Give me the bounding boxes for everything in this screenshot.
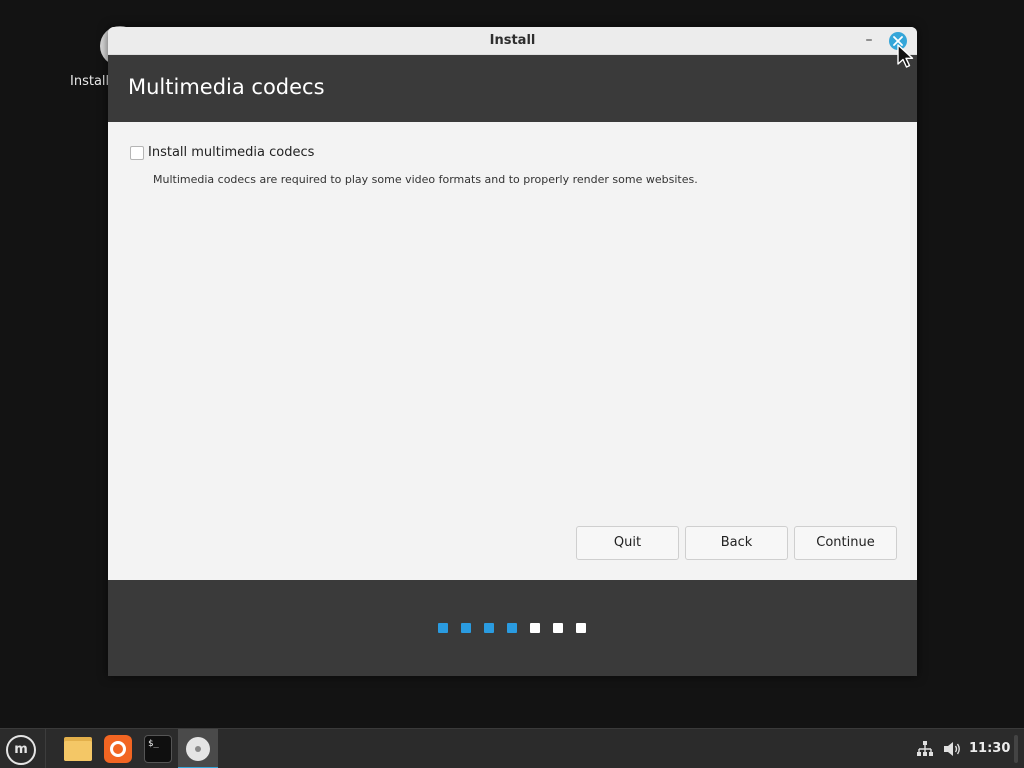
progress-indicator <box>438 623 586 633</box>
minimize-button[interactable]: – <box>859 31 879 51</box>
volume-icon[interactable] <box>942 740 962 758</box>
progress-step-pending <box>576 623 586 633</box>
terminal-icon: $_ <box>144 735 172 763</box>
progress-step-completed <box>484 623 494 633</box>
progress-step-pending <box>530 623 540 633</box>
install-codecs-label[interactable]: Install multimedia codecs <box>148 145 314 160</box>
terminal-launcher[interactable]: $_ <box>138 729 178 768</box>
quit-button[interactable]: Quit <box>576 526 679 560</box>
taskbar: m $_ 11:30 <box>0 728 1024 768</box>
installer-taskbar-button[interactable] <box>178 729 218 768</box>
install-codecs-checkbox[interactable] <box>130 145 144 160</box>
codecs-option[interactable]: Install multimedia codecs <box>130 145 314 160</box>
window-titlebar[interactable]: Install – <box>108 27 917 55</box>
window-title: Install <box>489 33 536 48</box>
menu-button[interactable]: m <box>0 729 46 768</box>
desktop-icon-label: Install <box>70 74 110 89</box>
progress-step-completed <box>461 623 471 633</box>
show-desktop-button[interactable] <box>1014 735 1018 763</box>
progress-step-pending <box>553 623 563 633</box>
installer-window: Install – Multimedia codecs Install mult… <box>108 27 917 676</box>
progress-footer <box>108 580 917 676</box>
page-header: Multimedia codecs <box>108 55 917 122</box>
mouse-cursor-icon <box>897 44 914 68</box>
network-icon[interactable] <box>916 740 934 758</box>
files-launcher[interactable] <box>58 729 98 768</box>
firefox-launcher[interactable] <box>98 729 138 768</box>
clock[interactable]: 11:30 <box>969 741 1010 756</box>
page-content: Install multimedia codecs Multimedia cod… <box>108 122 917 580</box>
progress-step-completed <box>438 623 448 633</box>
continue-button[interactable]: Continue <box>794 526 897 560</box>
back-button[interactable]: Back <box>685 526 788 560</box>
codecs-description: Multimedia codecs are required to play s… <box>153 173 698 186</box>
page-title: Multimedia codecs <box>128 75 325 99</box>
progress-step-completed <box>507 623 517 633</box>
